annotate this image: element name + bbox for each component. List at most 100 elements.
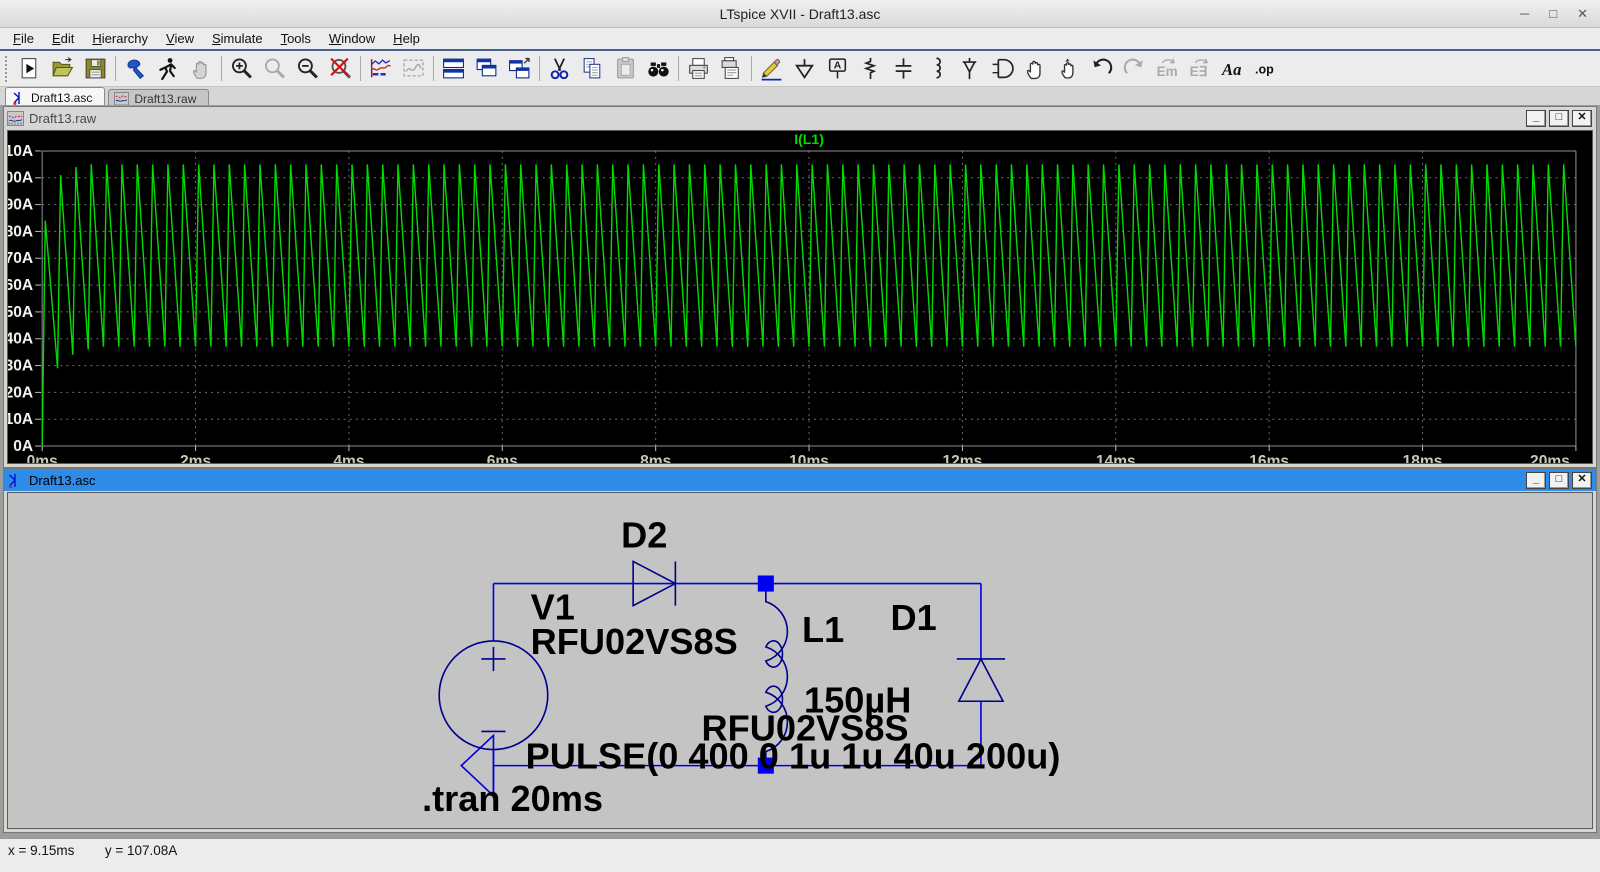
zoom-in-button[interactable] [225,53,258,84]
schematic-window: Draft13.asc _ □ ✕ D2V1RFU02VS8SL1D1150µH… [3,468,1597,833]
zoom-out-button[interactable] [291,53,324,84]
schematic-icon [7,473,24,488]
tile-vertical-button[interactable] [503,53,536,84]
menu-simulate[interactable]: Simulate [203,29,272,48]
label-directive[interactable]: .tran 20ms [422,778,603,819]
x-axis-label[interactable]: 6ms [487,453,518,463]
ground-button[interactable] [788,53,821,84]
maximize-icon[interactable]: □ [1549,6,1557,21]
y-axis-label[interactable]: 80A [8,223,33,240]
trace-legend[interactable]: I(L1) [794,131,824,147]
schematic-canvas[interactable]: D2V1RFU02VS8SL1D1150µHRFU02VS8SPULSE(0 4… [7,492,1593,829]
find-icon [646,56,671,81]
x-axis-label[interactable]: 10ms [789,453,829,463]
schematic-window-buttons: _ □ ✕ [1526,472,1593,489]
maximize-icon[interactable]: □ [1549,110,1569,127]
tile-horizontal-icon [441,56,466,81]
x-axis-label[interactable]: 0ms [27,453,58,463]
diode-d1-body[interactable] [959,659,1003,701]
menu-hierarchy[interactable]: Hierarchy [83,29,157,48]
menu-help[interactable]: Help [384,29,429,48]
menu-tools[interactable]: Tools [272,29,320,48]
net-label-button[interactable]: A [821,53,854,84]
svg-text:Em: Em [1157,64,1178,79]
save-icon [83,56,108,81]
label-l1-ref[interactable]: L1 [802,609,844,650]
app-titlebar[interactable]: LTspice XVII - Draft13.asc ─ □ ✕ [0,0,1600,28]
run-simulation-button[interactable] [152,53,185,84]
tile-horizontal-button[interactable] [437,53,470,84]
x-axis-label[interactable]: 8ms [640,453,671,463]
diode-button[interactable] [953,53,986,84]
find-button[interactable] [642,53,675,84]
svg-text:E∃: E∃ [1190,64,1208,79]
print-preview-button[interactable] [715,53,748,84]
waveform-window-titlebar[interactable]: Draft13.raw _ □ ✕ [4,107,1596,129]
text-tool-button[interactable]: Aa [1217,53,1250,84]
capacitor-button[interactable] [887,53,920,84]
x-axis-label[interactable]: 18ms [1403,453,1443,463]
label-d2-ref[interactable]: D2 [621,514,667,555]
capacitor-icon [891,56,916,81]
cascade-windows-icon [474,56,499,81]
x-axis-label[interactable]: 14ms [1096,453,1136,463]
close-icon[interactable]: ✕ [1572,472,1592,489]
label-d1-ref[interactable]: D1 [890,597,936,638]
label-v1-value[interactable]: PULSE(0 400 0 1u 1u 40u 200u) [526,736,1061,777]
close-icon[interactable]: ✕ [1572,110,1592,127]
new-schematic-button[interactable] [13,53,46,84]
y-axis-label[interactable]: 30A [8,358,33,375]
undo-button[interactable] [1085,53,1118,84]
label-d2-model[interactable]: RFU02VS8S [531,621,738,662]
print-preview-icon [719,56,744,81]
save-button[interactable] [79,53,112,84]
autorange-plot-button[interactable] [364,53,397,84]
inductor-button[interactable] [920,53,953,84]
y-axis-label[interactable]: 50A [8,304,33,321]
y-axis-label[interactable]: 60A [8,277,33,294]
copy-button[interactable] [576,53,609,84]
node-square-top[interactable] [758,575,774,591]
zoom-full-extents-button[interactable] [324,53,357,84]
waveform-plot-canvas[interactable]: 0A10A20A30A40A50A60A70A80A90A100A110A0ms… [8,131,1592,463]
close-icon[interactable]: ✕ [1577,6,1588,22]
cascade-windows-button[interactable] [470,53,503,84]
voltage-source-v1-plus[interactable] [481,647,505,671]
maximize-icon[interactable]: □ [1549,472,1569,489]
x-axis-label[interactable]: 16ms [1249,453,1289,463]
x-axis-label[interactable]: 4ms [333,453,364,463]
move-button[interactable] [1019,53,1052,84]
toolbar-drag-handle[interactable] [4,56,9,82]
minimize-icon[interactable]: _ [1526,472,1546,489]
open-file-button[interactable] [46,53,79,84]
draw-wire-button[interactable] [755,53,788,84]
redo-icon [1122,56,1147,81]
menu-file[interactable]: File [4,29,43,48]
y-axis-label[interactable]: 10A [8,411,33,428]
y-axis-label[interactable]: 70A [8,250,33,267]
control-panel-button[interactable] [119,53,152,84]
x-axis-label[interactable]: 12ms [943,453,983,463]
run-simulation-icon [156,56,181,81]
y-axis-label[interactable]: 40A [8,331,33,348]
cut-button[interactable] [543,53,576,84]
minimize-icon[interactable]: _ [1526,110,1546,127]
minimize-icon[interactable]: ─ [1520,6,1529,21]
menu-edit[interactable]: Edit [43,29,83,48]
print-button[interactable] [682,53,715,84]
y-axis-label[interactable]: 20A [8,384,33,401]
menu-window[interactable]: Window [320,29,384,48]
x-axis-label[interactable]: 2ms [180,453,211,463]
y-axis-label[interactable]: 110A [8,143,33,160]
resistor-button[interactable] [854,53,887,84]
schematic-drawing[interactable]: D2V1RFU02VS8SL1D1150µHRFU02VS8SPULSE(0 4… [8,493,1592,828]
x-axis-label[interactable]: 20ms [1530,453,1570,463]
component-button[interactable] [986,53,1019,84]
y-axis-label[interactable]: 100A [8,170,33,187]
menu-view[interactable]: View [157,29,203,48]
spice-directive-button[interactable]: .op [1250,53,1283,84]
schematic-window-titlebar[interactable]: Draft13.asc _ □ ✕ [4,469,1596,491]
drag-button[interactable] [1052,53,1085,84]
waveform-plot[interactable]: 0A10A20A30A40A50A60A70A80A90A100A110A0ms… [7,130,1593,464]
y-axis-label[interactable]: 90A [8,197,33,214]
